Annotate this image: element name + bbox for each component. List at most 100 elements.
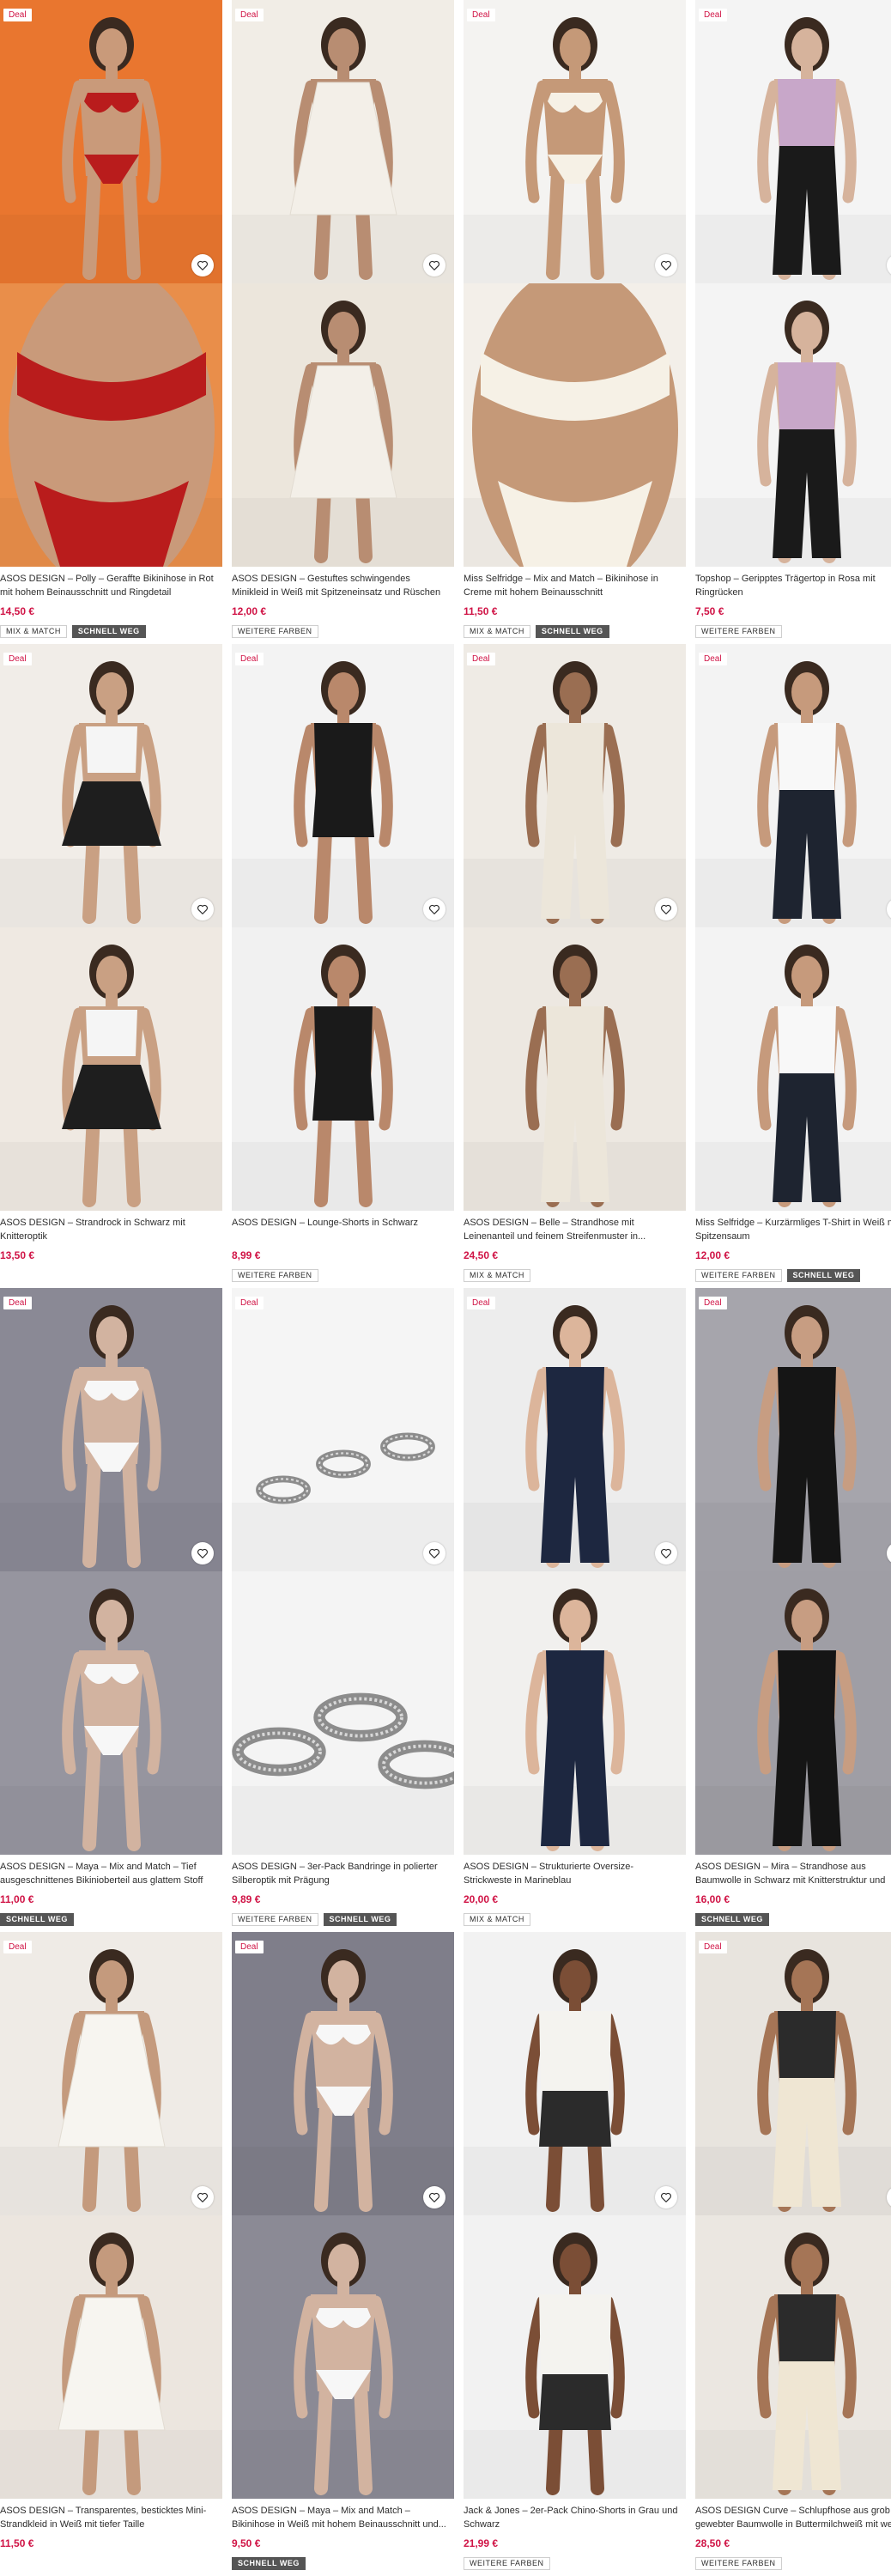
- product-card[interactable]: Deal ASOS DESIGN – Strandrock in Schwarz …: [0, 644, 222, 1288]
- more-colours-badge[interactable]: WEITERE FARBEN: [695, 2557, 782, 2570]
- save-for-later-button[interactable]: [191, 1542, 214, 1564]
- product-title[interactable]: ASOS DESIGN – Gestuftes schwingendes Min…: [232, 572, 448, 599]
- product-card[interactable]: Deal ASOS DESIGN – Belle – Strandhose mit…: [464, 644, 686, 1288]
- product-badges: WEITERE FARBEN SCHNELL WEG: [232, 1913, 397, 1926]
- save-for-later-button[interactable]: [423, 1542, 446, 1564]
- product-title[interactable]: ASOS DESIGN – Maya – Mix and Match – Tie…: [0, 1860, 216, 1887]
- product-card[interactable]: Deal Topshop – Geripptes Trägertop in Ros…: [695, 0, 891, 644]
- product-card[interactable]: Deal ASOS DESIGN – Maya – Mix and Match –…: [0, 1288, 222, 1932]
- product-image-alt[interactable]: [232, 1571, 454, 1855]
- product-image[interactable]: [464, 1932, 686, 2215]
- product-card[interactable]: Deal Miss Selfridge – Kurzärmliges T-Shir…: [695, 644, 891, 1288]
- more-colours-badge[interactable]: WEITERE FARBEN: [695, 625, 782, 638]
- product-image[interactable]: Deal: [232, 644, 454, 927]
- product-badges: WEITERE FARBEN: [232, 1269, 318, 1282]
- product-title[interactable]: Topshop – Geripptes Trägertop in Rosa mi…: [695, 572, 891, 599]
- more-colours-badge[interactable]: WEITERE FARBEN: [232, 625, 318, 638]
- more-colours-badge[interactable]: WEITERE FARBEN: [695, 1269, 782, 1282]
- product-title[interactable]: ASOS DESIGN – Polly – Geraffte Bikinihos…: [0, 572, 216, 599]
- product-image[interactable]: Deal: [695, 0, 891, 283]
- product-card[interactable]: Deal ASOS DESIGN – Strukturierte Oversize…: [464, 1288, 686, 1932]
- product-image-alt[interactable]: [0, 2215, 222, 2499]
- heart-icon: [197, 904, 208, 914]
- product-card[interactable]: Deal ASOS DESIGN – Gestuftes schwingendes…: [232, 0, 454, 644]
- product-card[interactable]: Deal ASOS DESIGN – Polly – Geraffte Bikin…: [0, 0, 222, 644]
- product-image[interactable]: Deal: [464, 0, 686, 283]
- product-badges: SCHNELL WEG: [0, 1913, 74, 1926]
- product-image-alt[interactable]: [232, 2215, 454, 2499]
- save-for-later-button[interactable]: [655, 2186, 677, 2208]
- product-image-alt[interactable]: [695, 2215, 891, 2499]
- more-colours-badge[interactable]: WEITERE FARBEN: [232, 1913, 318, 1926]
- mix-match-badge[interactable]: MIX & MATCH: [0, 625, 67, 638]
- product-image-alt[interactable]: [695, 1571, 891, 1855]
- product-price: 9,50 €: [232, 2537, 261, 2549]
- product-title[interactable]: Miss Selfridge – Mix and Match – Bikinih…: [464, 572, 680, 599]
- save-for-later-button[interactable]: [423, 254, 446, 276]
- save-for-later-button[interactable]: [191, 254, 214, 276]
- product-title[interactable]: ASOS DESIGN – Belle – Strandhose mit Lei…: [464, 1216, 680, 1243]
- product-image[interactable]: Deal: [464, 1288, 686, 1571]
- save-for-later-button[interactable]: [191, 2186, 214, 2208]
- mix-match-badge[interactable]: MIX & MATCH: [464, 1913, 530, 1926]
- product-image-alt[interactable]: [464, 2215, 686, 2499]
- product-title[interactable]: ASOS DESIGN – Mira – Strandhose aus Baum…: [695, 1860, 891, 1887]
- product-photo: [464, 0, 686, 283]
- product-card[interactable]: Deal ASOS DESIGN Curve – Schlupfhose aus …: [695, 1932, 891, 2576]
- product-image-alt[interactable]: [232, 927, 454, 1211]
- product-title[interactable]: ASOS DESIGN Curve – Schlupfhose aus grob…: [695, 2504, 891, 2531]
- save-for-later-button[interactable]: [191, 898, 214, 920]
- product-image[interactable]: Deal: [695, 1932, 891, 2215]
- product-title[interactable]: ASOS DESIGN – Strandrock in Schwarz mit …: [0, 1216, 216, 1243]
- product-title[interactable]: Miss Selfridge – Kurzärmliges T-Shirt in…: [695, 1216, 891, 1243]
- product-card[interactable]: Deal ASOS DESIGN – Mira – Strandhose aus …: [695, 1288, 891, 1932]
- product-image-alt[interactable]: [695, 283, 891, 567]
- save-for-later-button[interactable]: [423, 898, 446, 920]
- product-title[interactable]: ASOS DESIGN – Strukturierte Oversize-Str…: [464, 1860, 680, 1887]
- product-badges: SCHNELL WEG: [232, 2557, 306, 2570]
- product-image-alt[interactable]: [464, 927, 686, 1211]
- mix-match-badge[interactable]: MIX & MATCH: [464, 625, 530, 638]
- product-image-alt[interactable]: [0, 927, 222, 1211]
- deal-badge: Deal: [699, 9, 727, 21]
- product-card[interactable]: Deal ASOS DESIGN – Transparentes, bestick…: [0, 1932, 222, 2576]
- more-colours-badge[interactable]: WEITERE FARBEN: [232, 1269, 318, 1282]
- product-card[interactable]: Deal ASOS DESIGN – Maya – Mix and Match –…: [232, 1932, 454, 2576]
- product-image[interactable]: Deal: [695, 1288, 891, 1571]
- heart-icon: [197, 1548, 208, 1558]
- product-card[interactable]: Deal ASOS DESIGN – 3er-Pack Bandringe in …: [232, 1288, 454, 1932]
- more-colours-badge[interactable]: WEITERE FARBEN: [464, 2557, 550, 2570]
- product-photo: [464, 927, 686, 1211]
- mix-match-badge[interactable]: MIX & MATCH: [464, 1269, 530, 1282]
- product-image[interactable]: Deal: [232, 0, 454, 283]
- product-image-alt[interactable]: [695, 927, 891, 1211]
- product-image-alt[interactable]: [0, 283, 222, 567]
- save-for-later-button[interactable]: [655, 1542, 677, 1564]
- product-image[interactable]: Deal: [0, 1288, 222, 1571]
- product-image[interactable]: Deal: [695, 644, 891, 927]
- product-image[interactable]: Deal: [0, 0, 222, 283]
- product-image[interactable]: Deal: [0, 644, 222, 927]
- product-image-alt[interactable]: [0, 1571, 222, 1855]
- heart-icon: [661, 904, 671, 914]
- save-for-later-button[interactable]: [655, 254, 677, 276]
- product-image[interactable]: Deal: [0, 1932, 222, 2215]
- product-card[interactable]: Deal ASOS DESIGN – Lounge-Shorts in Schwa…: [232, 644, 454, 1288]
- save-for-later-button[interactable]: [423, 2186, 446, 2208]
- product-title[interactable]: ASOS DESIGN – 3er-Pack Bandringe in poli…: [232, 1860, 448, 1887]
- product-image-alt[interactable]: [464, 1571, 686, 1855]
- product-title[interactable]: ASOS DESIGN – Transparentes, besticktes …: [0, 2504, 216, 2531]
- product-image[interactable]: Deal: [232, 1288, 454, 1571]
- product-card[interactable]: Deal Miss Selfridge – Mix and Match – Bik…: [464, 0, 686, 644]
- product-badges: WEITERE FARBEN: [695, 2557, 782, 2570]
- product-image-alt[interactable]: [464, 283, 686, 567]
- product-title[interactable]: ASOS DESIGN – Lounge-Shorts in Schwarz: [232, 1216, 448, 1230]
- product-title[interactable]: ASOS DESIGN – Maya – Mix and Match – Bik…: [232, 2504, 448, 2531]
- product-image[interactable]: Deal: [232, 1932, 454, 2215]
- product-title[interactable]: Jack & Jones – 2er-Pack Chino-Shorts in …: [464, 2504, 680, 2531]
- save-for-later-button[interactable]: [655, 898, 677, 920]
- deal-badge: Deal: [235, 1297, 264, 1309]
- product-image-alt[interactable]: [232, 283, 454, 567]
- product-image[interactable]: Deal: [464, 644, 686, 927]
- product-card[interactable]: Jack & Jones – 2er-Pack Chino-Shorts in …: [464, 1932, 686, 2576]
